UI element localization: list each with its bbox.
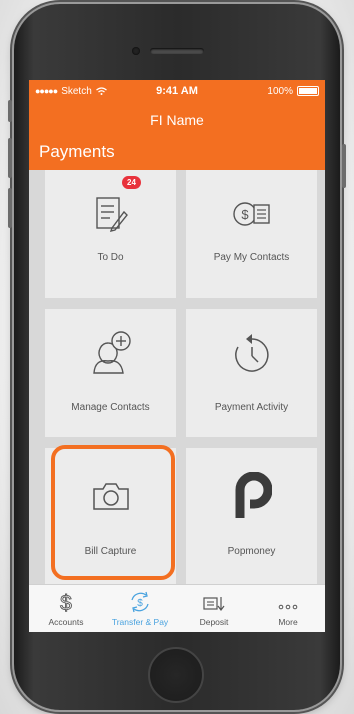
svg-text:$: $ <box>60 592 72 614</box>
tile-label: To Do <box>97 252 124 263</box>
battery-percent: 100% <box>267 85 293 97</box>
signal-dots-icon: ●●●●● <box>35 86 58 96</box>
app-header: ●●●●● Sketch 9:41 AM 100% FI Name Paymen… <box>29 80 325 170</box>
home-button[interactable] <box>148 647 204 703</box>
page-title: FI Name <box>150 112 204 128</box>
tab-accounts[interactable]: $ Accounts <box>29 585 103 632</box>
power-button <box>342 144 346 188</box>
volume-down-button <box>8 188 12 228</box>
check-deposit-icon <box>203 597 225 611</box>
tile-label: Payment Activity <box>214 402 289 413</box>
todo-count-badge: 24 <box>122 176 141 189</box>
tile-popmoney[interactable]: Popmoney <box>186 448 317 585</box>
wifi-icon <box>95 87 107 95</box>
more-dots-icon <box>278 604 298 610</box>
todo-list-icon <box>95 197 128 232</box>
tab-more[interactable]: More <box>251 585 325 632</box>
tile-to-do[interactable]: 24 To Do <box>45 170 176 298</box>
tab-label: Deposit <box>199 617 229 627</box>
earpiece-speaker <box>150 48 204 54</box>
svg-text:$: $ <box>241 207 249 222</box>
volume-up-button <box>8 138 12 178</box>
popmoney-logo-icon <box>235 472 272 518</box>
mute-switch <box>8 100 12 122</box>
tab-label: More <box>278 617 298 627</box>
dollar-icon: $ <box>60 592 73 614</box>
tile-label: Pay My Contacts <box>213 252 290 263</box>
front-camera <box>132 47 140 55</box>
battery-icon <box>297 86 319 96</box>
tab-label: Transfer & Pay <box>111 617 169 627</box>
tab-bar: $ Accounts $ Transfer & Pay Deposit More <box>29 584 325 632</box>
add-contact-icon <box>92 331 131 374</box>
history-clock-icon <box>234 334 269 372</box>
bill-capture-highlight <box>51 445 175 580</box>
tile-payment-activity[interactable]: Payment Activity <box>186 309 317 437</box>
transfer-pay-icon: $ <box>131 591 149 613</box>
tab-deposit[interactable]: Deposit <box>177 585 251 632</box>
tab-label: Accounts <box>48 617 84 627</box>
money-card-icon: $ <box>232 202 270 226</box>
tile-pay-my-contacts[interactable]: $ Pay My Contacts <box>186 170 317 298</box>
phone-screen: ●●●●● Sketch 9:41 AM 100% FI Name Paymen… <box>29 80 325 632</box>
tile-label: Popmoney <box>227 546 276 557</box>
tile-label: Manage Contacts <box>71 402 150 413</box>
carrier-name: Sketch <box>61 85 92 97</box>
svg-text:$: $ <box>137 598 143 609</box>
tab-transfer-pay[interactable]: $ Transfer & Pay <box>103 585 177 632</box>
status-bar: ●●●●● Sketch 9:41 AM 100% <box>29 80 325 102</box>
section-title: Payments <box>39 142 115 161</box>
status-time: 9:41 AM <box>156 85 198 97</box>
tile-manage-contacts[interactable]: Manage Contacts <box>45 309 176 437</box>
